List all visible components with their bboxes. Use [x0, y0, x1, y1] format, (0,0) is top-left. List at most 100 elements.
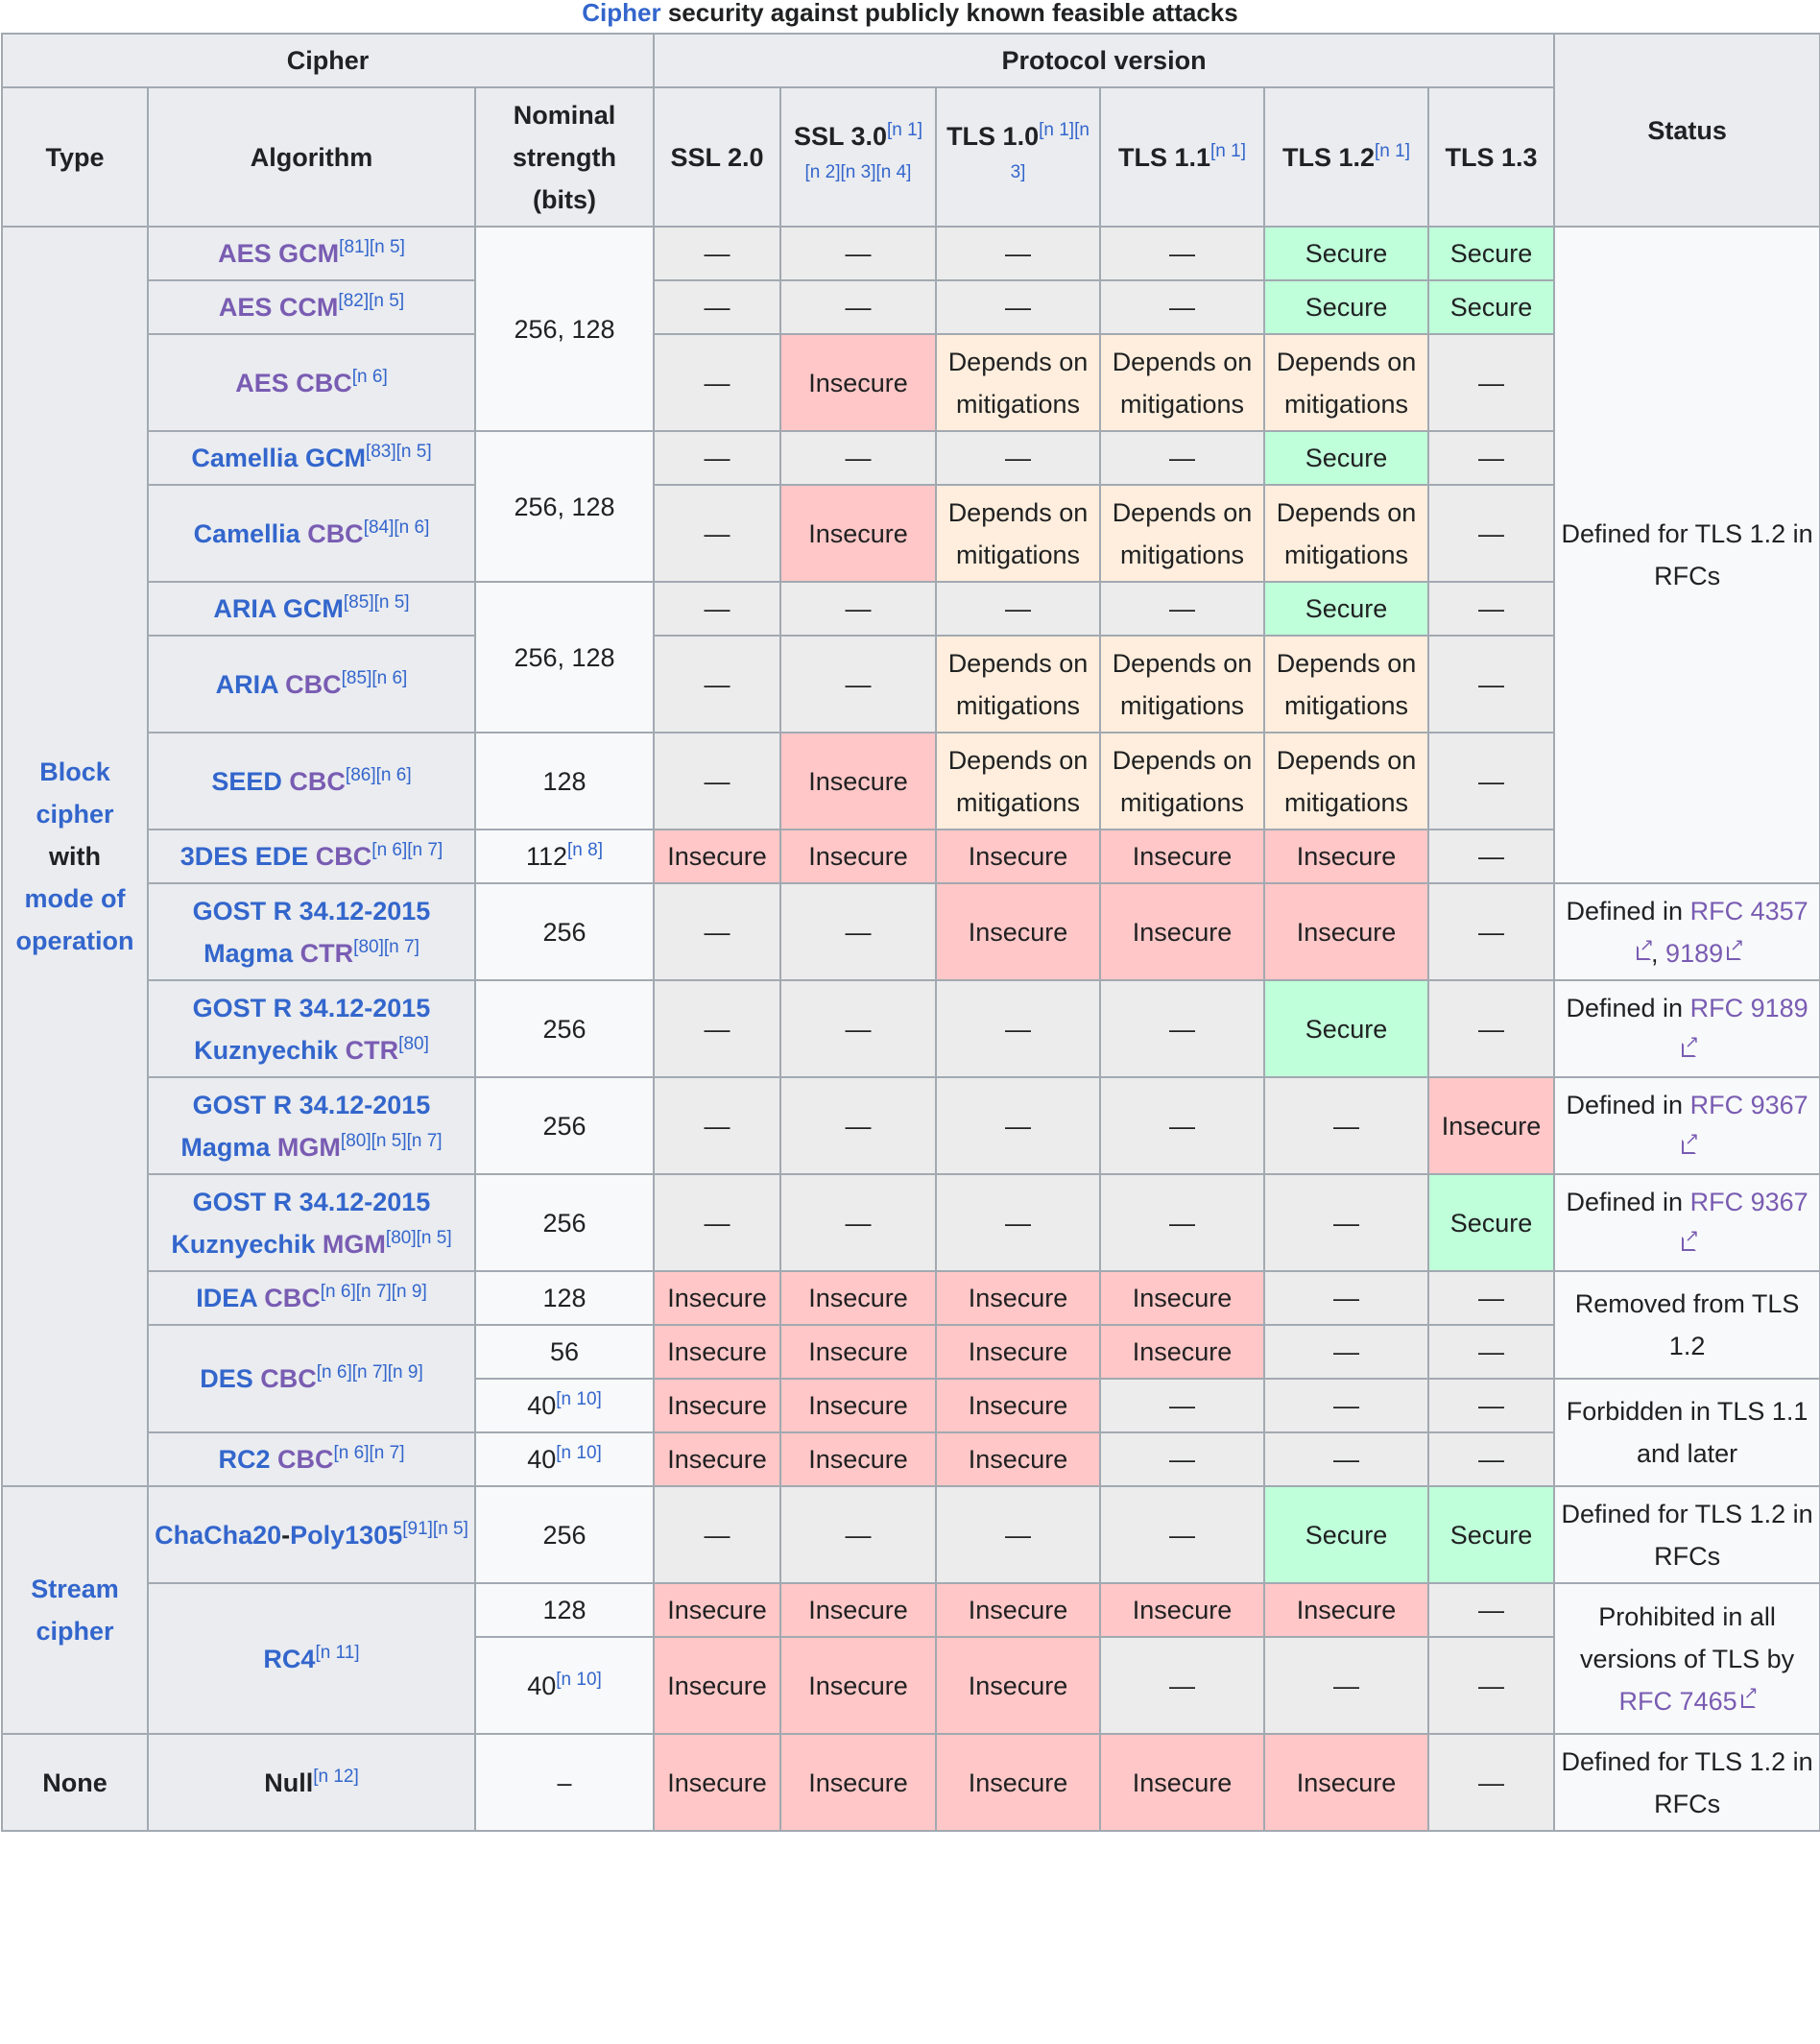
type-link[interactable]: Stream: [9, 1568, 141, 1610]
rfc-link[interactable]: RFC 9367: [1678, 1091, 1808, 1162]
reference-link[interactable]: [n 2]: [805, 162, 841, 182]
version-cell: Depends on mitigations: [1099, 732, 1265, 830]
reference-link[interactable]: [n 7]: [352, 1362, 388, 1383]
reference-link[interactable]: [91]: [402, 1519, 433, 1539]
rfc-link[interactable]: RFC 9189: [1678, 994, 1808, 1065]
algorithm-link[interactable]: GCM: [298, 444, 366, 472]
reference-link[interactable]: [82]: [338, 291, 369, 311]
algorithm-link[interactable]: MGM: [270, 1133, 341, 1162]
version-cell: Insecure: [935, 1431, 1101, 1487]
reference-link[interactable]: [81]: [339, 237, 370, 257]
reference-link[interactable]: [n 3]: [841, 162, 876, 182]
reference-link[interactable]: [85]: [342, 668, 372, 688]
algorithm-link[interactable]: SEED: [211, 767, 282, 796]
reference-link[interactable]: [n 11]: [315, 1643, 359, 1663]
reference-link[interactable]: [n 6]: [376, 765, 412, 785]
reference-link[interactable]: [n 5]: [370, 237, 405, 257]
algorithm-link[interactable]: CBC: [282, 767, 346, 796]
strength-value: 256: [542, 1111, 587, 1141]
algorithm-link[interactable]: IDEA: [196, 1284, 257, 1312]
reference-link[interactable]: [n 8]: [567, 840, 603, 860]
reference-link[interactable]: [n 7]: [356, 1282, 392, 1302]
reference-link[interactable]: [n 6]: [371, 668, 407, 688]
header-version-tls-1-1: TLS 1.1[n 1]: [1099, 86, 1265, 228]
reference-link[interactable]: [n 4]: [875, 162, 911, 182]
reference-link[interactable]: [n 10]: [556, 1443, 602, 1463]
algorithm-link[interactable]: AES: [218, 239, 272, 268]
reference-link[interactable]: [n 5]: [371, 1131, 407, 1151]
reference-link[interactable]: [80]: [353, 937, 384, 957]
algorithm-link[interactable]: CBC: [278, 670, 342, 699]
type-link[interactable]: Block: [9, 751, 141, 793]
algorithm-link[interactable]: CBC: [300, 519, 364, 548]
reference-link[interactable]: [n 6]: [394, 517, 429, 538]
reference-link[interactable]: [n 12]: [313, 1767, 359, 1787]
reference-link[interactable]: [n 5]: [369, 291, 404, 311]
reference-link[interactable]: [80]: [341, 1131, 371, 1151]
type-link[interactable]: cipher: [9, 1610, 141, 1652]
reference-link[interactable]: [n 5]: [396, 442, 432, 462]
reference-link[interactable]: [n 6]: [321, 1282, 356, 1302]
reference-link[interactable]: [n 10]: [556, 1670, 602, 1690]
table-caption: Cipher security against publicly known f…: [0, 0, 1820, 33]
reference-link[interactable]: [86]: [346, 765, 376, 785]
algorithm-link[interactable]: MGM: [315, 1230, 386, 1259]
reference-link[interactable]: [n 6]: [371, 840, 407, 860]
version-cell: —: [653, 979, 781, 1078]
reference-link[interactable]: [n 7]: [407, 840, 443, 860]
algorithm-link[interactable]: CBC: [289, 369, 352, 397]
algorithm-link[interactable]: ChaCha20: [155, 1521, 281, 1550]
algorithm-link[interactable]: Camellia: [191, 444, 298, 472]
version-cell: Depends on mitigations: [1263, 635, 1429, 733]
algorithm-link[interactable]: Poly1305: [290, 1521, 402, 1550]
version-cell: Secure: [1263, 430, 1429, 486]
reference-link[interactable]: [n 7]: [370, 1443, 405, 1463]
algorithm-link[interactable]: CBC: [253, 1364, 317, 1393]
algorithm-link[interactable]: ARIA: [216, 670, 278, 699]
type-link[interactable]: mode of: [9, 878, 141, 920]
reference-link[interactable]: [n 1]: [1039, 120, 1074, 140]
algorithm-link[interactable]: GCM: [272, 239, 339, 268]
reference-link[interactable]: [n 6]: [352, 367, 388, 387]
reference-link[interactable]: [n 1]: [887, 120, 922, 140]
algorithm-link[interactable]: RC4: [263, 1645, 315, 1673]
reference-link[interactable]: [n 6]: [334, 1443, 370, 1463]
algorithm-link[interactable]: GCM: [275, 594, 344, 623]
reference-link[interactable]: [80]: [398, 1034, 429, 1054]
algorithm-link[interactable]: AES: [235, 369, 289, 397]
algorithm-link[interactable]: AES: [219, 293, 273, 322]
rfc-link[interactable]: RFC 7465: [1619, 1684, 1759, 1716]
reference-link[interactable]: [n 7]: [407, 1131, 443, 1151]
algorithm-link[interactable]: CBC: [271, 1445, 334, 1474]
type-link[interactable]: cipher: [9, 793, 141, 835]
algorithm-link[interactable]: CTR: [293, 939, 354, 968]
algorithm-link[interactable]: ARIA: [213, 594, 275, 623]
algorithm-link[interactable]: CBC: [257, 1284, 321, 1312]
reference-link[interactable]: [n 5]: [433, 1519, 468, 1539]
reference-link[interactable]: [n 6]: [317, 1362, 352, 1383]
algorithm-link[interactable]: CTR: [338, 1036, 399, 1065]
reference-link[interactable]: [n 5]: [417, 1228, 452, 1248]
reference-link[interactable]: [n 9]: [392, 1282, 427, 1302]
rfc-link[interactable]: RFC 9367: [1678, 1188, 1808, 1259]
reference-link[interactable]: [80]: [386, 1228, 417, 1248]
reference-link[interactable]: [n 10]: [556, 1389, 602, 1409]
algorithm-link[interactable]: CCM: [272, 293, 339, 322]
algorithm-link[interactable]: 3DES EDE: [180, 842, 309, 871]
rfc-link[interactable]: 9189: [1665, 936, 1744, 968]
reference-link[interactable]: [n 7]: [384, 937, 419, 957]
algorithm-link[interactable]: RC2: [219, 1445, 271, 1474]
cipher-link[interactable]: Cipher: [582, 0, 660, 27]
algorithm-link[interactable]: CBC: [308, 842, 372, 871]
algorithm-link[interactable]: Camellia: [194, 519, 300, 548]
type-link[interactable]: operation: [9, 920, 141, 962]
algorithm-link[interactable]: DES: [200, 1364, 253, 1393]
reference-link[interactable]: [83]: [366, 442, 396, 462]
reference-link[interactable]: [n 1]: [1375, 141, 1410, 161]
reference-link[interactable]: [85]: [344, 592, 374, 613]
version-cell: —: [653, 1485, 781, 1584]
reference-link[interactable]: [n 9]: [388, 1362, 423, 1383]
reference-link[interactable]: [n 5]: [374, 592, 410, 613]
reference-link[interactable]: [n 1]: [1210, 141, 1246, 161]
reference-link[interactable]: [84]: [364, 517, 395, 538]
